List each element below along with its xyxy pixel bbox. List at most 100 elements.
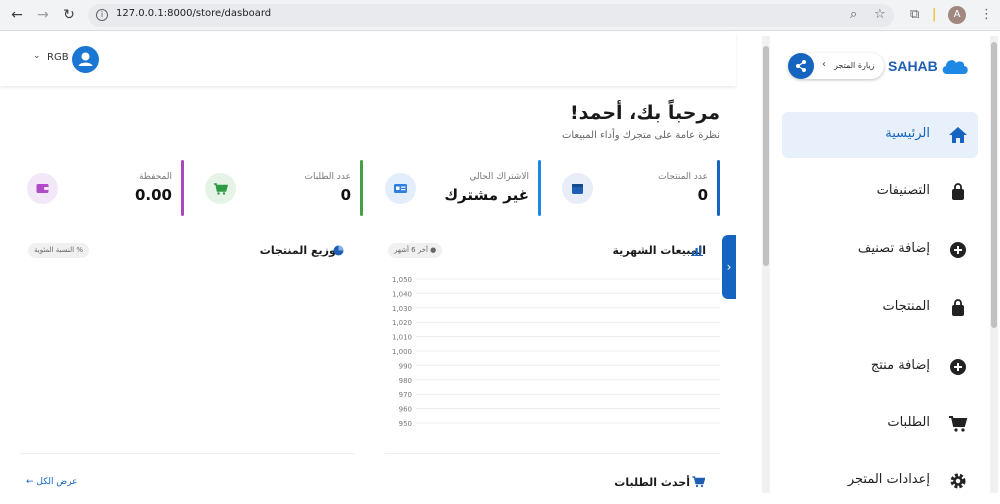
sales-period-badge: ● آخر 6 أشهر	[388, 243, 443, 258]
pie-chart-icon	[333, 245, 344, 256]
sidebar-item-label: الطلبات	[887, 415, 930, 430]
card-accent	[538, 160, 541, 216]
stat-card-orders: عدد الطلبات 0	[184, 160, 363, 216]
forward-icon[interactable]: →	[34, 6, 52, 24]
browser-toolbar: ← → ↻ i 127.0.0.1:8000/store/dasboard ⌕ …	[0, 0, 1000, 31]
panel-divider	[20, 453, 355, 454]
sidebar-item-add-category[interactable]: إضافة تصنيف	[782, 227, 978, 273]
site-info-icon[interactable]: i	[96, 9, 108, 21]
chevron-right-icon: ›	[726, 260, 732, 274]
main-scrollbar[interactable]	[762, 36, 770, 493]
stat-card-wallet: المحفظة 0.00	[9, 160, 184, 216]
collapse-sidebar-button[interactable]: ›	[722, 235, 736, 299]
back-icon[interactable]: ←	[8, 6, 26, 24]
sidebar-item-label: إضافة منتج	[870, 358, 930, 373]
user-avatar[interactable]	[72, 46, 99, 73]
stat-label: المحفظة	[138, 172, 172, 182]
card-accent	[360, 160, 363, 216]
wallet-icon	[27, 173, 58, 204]
home-icon	[949, 127, 967, 143]
visit-store-button[interactable]: ‹ زيارة المتجر	[788, 53, 884, 79]
visit-store-label: زيارة المتجر	[834, 61, 875, 70]
page-title: مرحباً بك، أحمد!	[569, 102, 720, 124]
stat-card-products: عدد المنتجات 0	[544, 160, 720, 216]
sidebar-item-products[interactable]: المنتجات	[782, 285, 978, 331]
orders-panel-title: أحدث الطلبات	[614, 476, 690, 489]
sidebar: SAHAB ‹ زيارة المتجر الرئيسية التصنيفات …	[772, 32, 992, 493]
stat-value: غير مشترك	[444, 186, 529, 204]
sidebar-item-label: إضافة تصنيف	[857, 241, 930, 256]
sidebar-item-label: التصنيفات	[876, 183, 930, 198]
cloud-icon	[942, 60, 968, 74]
page: RGB ⌄ مرحباً بك، أحمد! نظرة عامة على متج…	[0, 32, 1000, 493]
sidebar-item-orders[interactable]: الطلبات	[782, 401, 978, 447]
stat-value: 0	[340, 186, 351, 204]
distribution-mode-badge: % النسبة المئوية	[28, 243, 89, 258]
gear-icon	[950, 473, 966, 489]
chevron-left-icon: ‹	[822, 59, 826, 70]
clock-icon: ●	[427, 246, 437, 254]
profile-avatar[interactable]: A	[948, 6, 966, 24]
sidebar-item-label: الرئيسية	[885, 126, 930, 141]
distribution-mode-label: النسبة المئوية	[34, 246, 75, 254]
y-tick-label: 1,050	[392, 276, 412, 284]
browser-menu-icon[interactable]: ⋮	[980, 6, 993, 24]
share-icon	[788, 53, 814, 79]
sales-chart: 1,050 1,040 1,030 1,020 1,010 1,000 990 980 970 9…	[392, 276, 720, 428]
bookmark-star-icon[interactable]: ☆	[874, 6, 886, 24]
stat-card-subscription: الاشتراك الحالي غير مشترك	[363, 160, 541, 216]
extension-badge-icon[interactable]: |	[932, 6, 936, 24]
y-tick-label: 1,010	[392, 334, 412, 342]
y-tick-label: 1,020	[392, 319, 412, 327]
y-tick-label: 990	[399, 362, 412, 370]
brand-logo[interactable]: SAHAB	[888, 52, 970, 80]
reload-icon[interactable]: ↻	[60, 6, 78, 24]
user-icon	[78, 52, 93, 66]
plus-circle-icon	[950, 359, 966, 375]
cart-icon	[205, 173, 236, 204]
sidebar-scrollbar-thumb[interactable]	[991, 42, 997, 328]
card-accent	[717, 160, 720, 216]
sidebar-item-label: إعدادات المتجر	[847, 472, 930, 487]
sales-period-label: آخر 6 أشهر	[394, 246, 428, 254]
zoom-icon[interactable]: ⌕	[850, 6, 857, 24]
stat-label: الاشتراك الحالي	[469, 172, 529, 182]
y-tick-label: 1,000	[392, 348, 412, 356]
chart-line-icon	[691, 246, 703, 256]
sidebar-item-home[interactable]: الرئيسية	[782, 112, 978, 158]
y-tick-label: 1,030	[392, 305, 412, 313]
sidebar-item-label: المنتجات	[882, 299, 930, 314]
cart-icon	[949, 416, 968, 432]
panel-divider	[385, 453, 720, 454]
chevron-down-icon[interactable]: ⌄	[33, 51, 41, 61]
stat-label: عدد الطلبات	[304, 172, 352, 182]
card-accent	[181, 160, 184, 216]
bag-icon	[952, 299, 964, 316]
sidebar-item-categories[interactable]: التصنيفات	[782, 169, 978, 215]
y-tick-label: 1,040	[392, 290, 412, 298]
cart-icon	[692, 476, 705, 488]
y-tick-label: 950	[399, 420, 412, 428]
sidebar-scrollbar[interactable]	[990, 36, 998, 493]
box-icon	[562, 173, 593, 204]
id-card-icon	[385, 173, 416, 204]
distribution-panel-title: توزيع المنتجات	[259, 244, 340, 257]
stat-value: 0	[697, 186, 708, 204]
sidebar-item-store-settings[interactable]: إعدادات المتجر	[782, 458, 978, 504]
main-content: RGB ⌄ مرحباً بك، أحمد! نظرة عامة على متج…	[0, 32, 760, 493]
plus-circle-icon	[950, 242, 966, 258]
stat-value: 0.00	[134, 186, 172, 204]
user-name[interactable]: RGB	[47, 52, 69, 63]
bag-icon	[952, 183, 964, 200]
url-text: 127.0.0.1:8000/store/dasboard	[116, 8, 272, 19]
y-tick-label: 960	[399, 406, 412, 414]
brand-name: SAHAB	[888, 58, 938, 74]
sidebar-item-add-product[interactable]: إضافة منتج	[782, 344, 978, 390]
arrow-left-icon: ←	[26, 477, 34, 487]
address-bar[interactable]: i 127.0.0.1:8000/store/dasboard ⌕ ☆	[88, 4, 894, 27]
y-tick-label: 980	[399, 377, 412, 385]
extensions-icon[interactable]: ⧉	[910, 6, 919, 24]
main-scrollbar-thumb[interactable]	[763, 46, 769, 266]
y-tick-label: 970	[399, 391, 412, 399]
view-all-orders-link[interactable]: عرض الكل ←	[26, 477, 78, 487]
